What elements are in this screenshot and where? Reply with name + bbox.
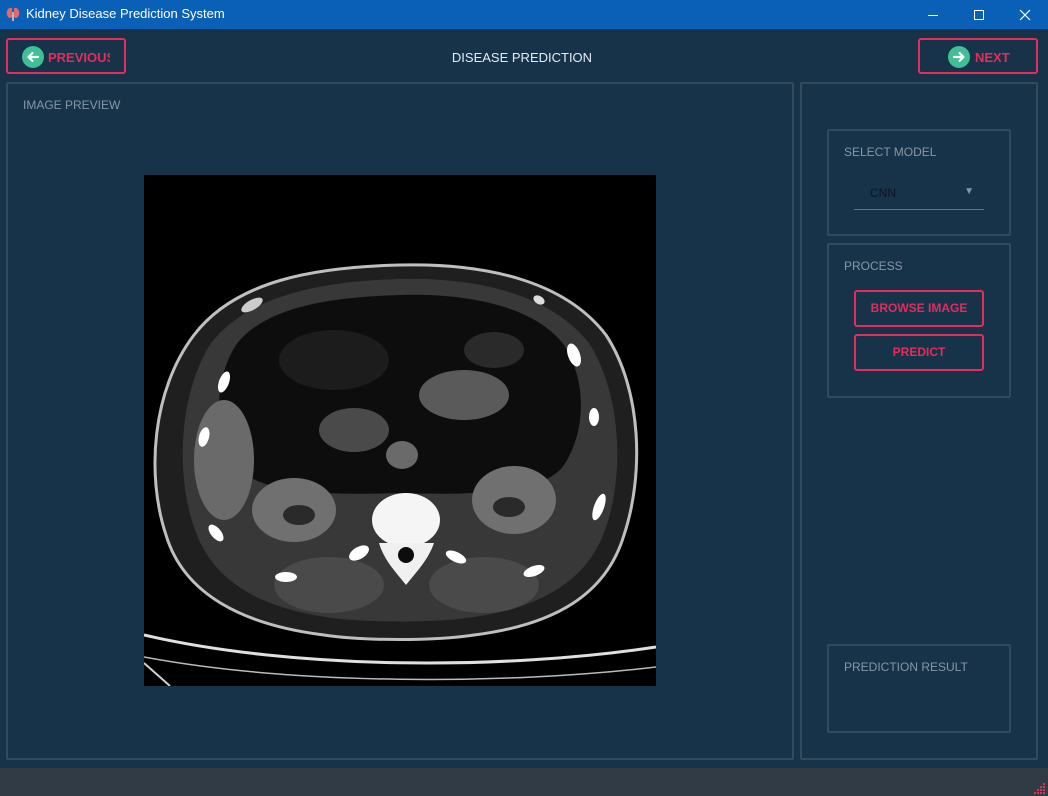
minimize-icon: [928, 14, 938, 16]
process-label: PROCESS: [844, 259, 903, 273]
prediction-result-group: [827, 644, 1011, 733]
model-select[interactable]: CNN ▼: [854, 180, 984, 210]
ct-scan-image: [144, 175, 656, 686]
prediction-result-label: PREDICTION RESULT: [844, 660, 968, 674]
maximize-button[interactable]: [956, 0, 1002, 29]
browse-image-button[interactable]: BROWSE IMAGE: [854, 290, 984, 327]
dropdown-arrow-icon: ▼: [964, 186, 974, 197]
resize-grip-icon[interactable]: [1032, 780, 1046, 794]
previous-label: PREVIOUS: [48, 50, 110, 65]
close-button[interactable]: [1002, 0, 1048, 29]
select-model-label: SELECT MODEL: [844, 145, 937, 159]
close-icon: [1019, 9, 1031, 20]
predict-button[interactable]: PREDICT: [854, 334, 984, 371]
previous-button[interactable]: PREVIOUS: [6, 38, 126, 74]
window-title: Kidney Disease Prediction System: [26, 6, 225, 21]
title-bar: Kidney Disease Prediction System: [0, 0, 1048, 29]
arrow-left-icon: [22, 46, 44, 68]
image-preview-label: IMAGE PREVIEW: [23, 98, 121, 112]
next-label: NEXT: [975, 50, 1010, 65]
next-button[interactable]: NEXT: [918, 38, 1038, 74]
page-title: DISEASE PREDICTION: [451, 50, 593, 65]
kidney-icon: [6, 7, 20, 21]
arrow-right-icon: [948, 46, 970, 68]
maximize-icon: [974, 9, 984, 20]
status-bar: [0, 768, 1048, 796]
minimize-button[interactable]: [910, 0, 956, 29]
model-select-value: CNN: [870, 186, 896, 200]
